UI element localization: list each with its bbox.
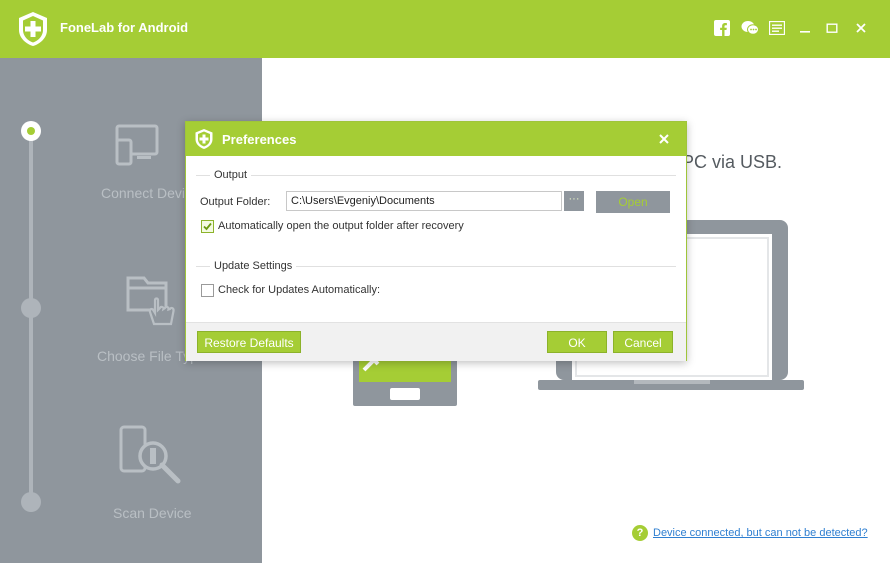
preferences-dialog: Preferences Output Output Folder: ··· Op… [185, 121, 687, 361]
check-updates-checkbox[interactable] [201, 284, 214, 297]
checkmark-icon [203, 222, 212, 231]
menu-icon[interactable] [767, 18, 787, 38]
step-label-scan: Scan Device [113, 505, 192, 521]
app-title: FoneLab for Android [60, 20, 189, 35]
step-indicator-choose [21, 298, 41, 318]
dialog-header: Preferences [186, 122, 686, 156]
choose-file-type-icon [126, 276, 175, 326]
step-indicator-connect [21, 121, 41, 141]
ok-button[interactable]: OK [547, 331, 607, 353]
title-bar: FoneLab for Android [0, 0, 890, 58]
facebook-icon[interactable] [712, 18, 732, 38]
step-indicator-scan [21, 492, 41, 512]
check-updates-label: Check for Updates Automatically: [218, 284, 381, 296]
update-section-title: Update Settings [210, 260, 297, 272]
feedback-icon[interactable] [740, 18, 760, 38]
help-link[interactable]: ? Device connected, but can not be detec… [632, 525, 868, 541]
browse-folder-button[interactable]: ··· [564, 191, 584, 211]
restore-defaults-button[interactable]: Restore Defaults [197, 331, 301, 353]
dialog-title: Preferences [222, 132, 297, 147]
dialog-body: Output Output Folder: ··· Open Automatic… [186, 156, 686, 322]
output-section-divider [196, 175, 676, 176]
scan-device-icon [119, 425, 181, 484]
output-folder-label: Output Folder: [200, 196, 271, 208]
dialog-footer: Restore Defaults OK Cancel [186, 322, 686, 361]
output-section-title: Output [210, 169, 252, 181]
cancel-button[interactable]: Cancel [613, 331, 673, 353]
auto-open-checkbox[interactable] [201, 220, 214, 233]
help-question-icon: ? [632, 525, 648, 541]
minimize-icon[interactable] [795, 18, 815, 38]
open-folder-button[interactable]: Open [596, 191, 670, 213]
maximize-icon[interactable] [822, 18, 842, 38]
auto-open-label: Automatically open the output folder aft… [218, 220, 464, 232]
dialog-logo-icon [195, 129, 213, 149]
close-icon[interactable] [851, 18, 871, 38]
fonelab-window: FoneLab for Android Connect Device Choos… [0, 0, 890, 563]
device-not-detected-link[interactable]: Device connected, but can not be detecte… [653, 527, 868, 539]
output-folder-input[interactable] [286, 191, 562, 211]
connect-instruction: PC via USB. [682, 152, 783, 172]
fonelab-logo-icon [19, 12, 47, 46]
connect-device-icon [115, 124, 159, 166]
dialog-close-icon[interactable] [656, 131, 672, 147]
